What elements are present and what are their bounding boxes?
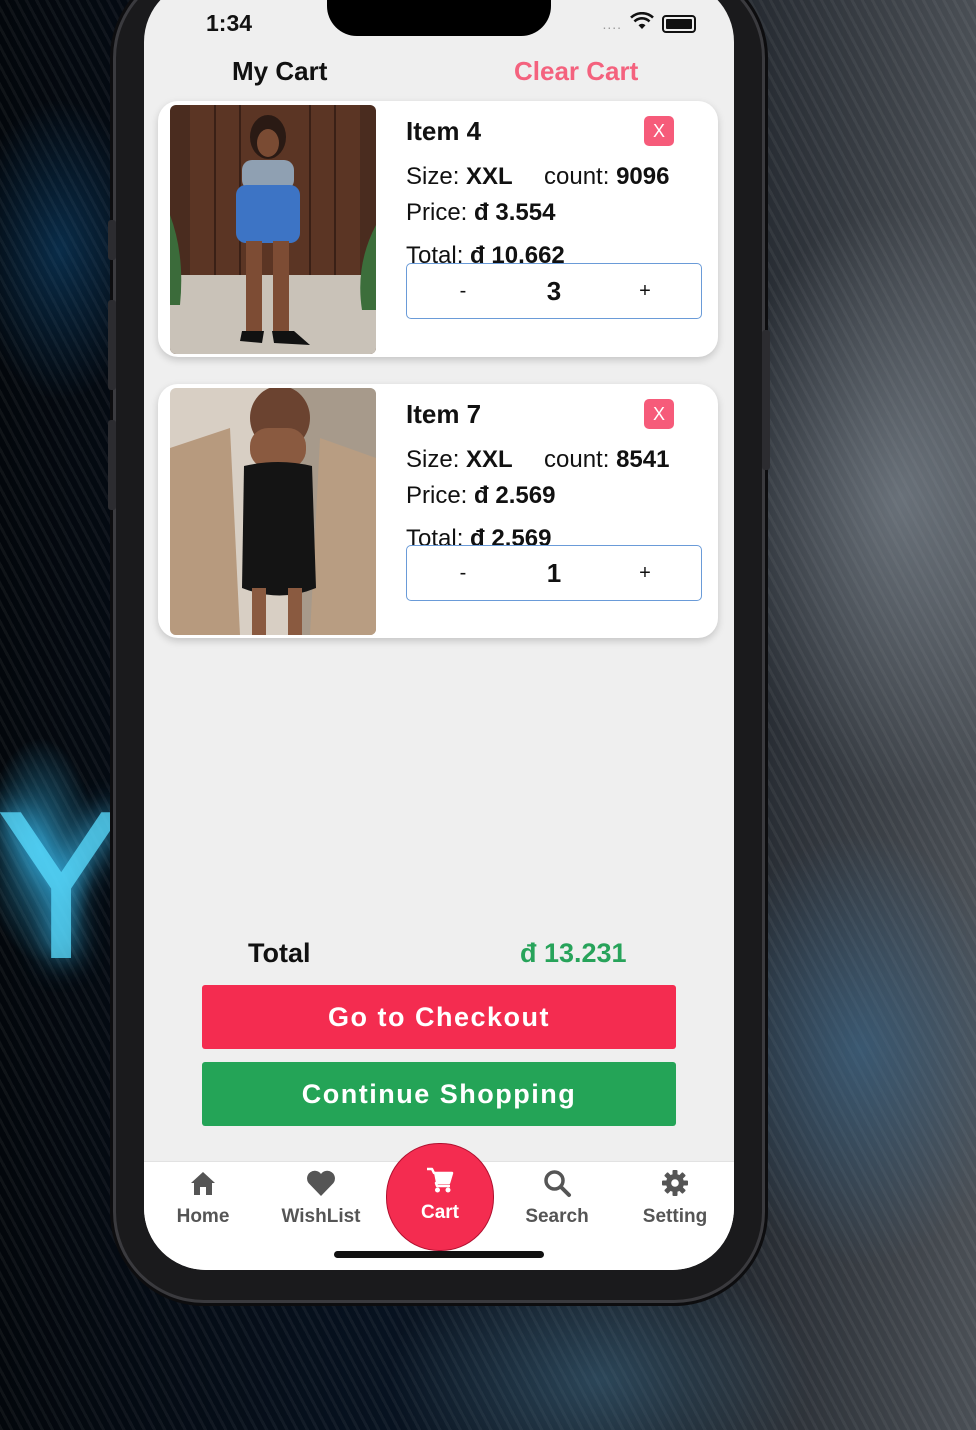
- price-value: đ 3.554: [474, 199, 556, 226]
- item-count: count: 9096: [544, 163, 669, 191]
- phone-volume-up: [108, 300, 116, 390]
- phone-notch: [327, 0, 551, 36]
- tab-cart[interactable]: Cart: [386, 1143, 494, 1251]
- item-name: Item 4: [406, 116, 482, 146]
- cart-item-card: Item 4 X Size: XXL count: 9096 Price: đ …: [158, 101, 718, 357]
- search-icon: [498, 1168, 616, 1202]
- increase-quantity-button[interactable]: +: [615, 264, 675, 318]
- tab-label: Search: [525, 1206, 589, 1227]
- app-screen: 1:34 .... My Cart Clear Cart Item 4 X Si…: [144, 0, 734, 1270]
- cart-icon: [387, 1166, 493, 1196]
- tab-search[interactable]: Search: [498, 1162, 616, 1228]
- tab-wishlist[interactable]: WishList: [262, 1162, 380, 1228]
- size-value: XXL: [466, 163, 513, 190]
- phone-volume-down: [108, 420, 116, 510]
- count-value: 8541: [616, 446, 670, 473]
- phone-silent-switch: [108, 220, 116, 260]
- size-value: XXL: [466, 446, 513, 473]
- item-count: count: 8541: [544, 446, 669, 474]
- home-icon: [144, 1168, 262, 1202]
- home-indicator: [334, 1251, 544, 1258]
- count-value: 9096: [616, 163, 670, 190]
- cart-item-card: Item 7 X Size: XXL count: 8541 Price: đ …: [158, 384, 718, 638]
- item-size: Size: XXL: [406, 163, 513, 191]
- page-title: My Cart: [232, 56, 328, 86]
- decrease-quantity-button[interactable]: -: [433, 546, 493, 600]
- price-label: Price:: [406, 199, 468, 226]
- status-icons: ....: [602, 11, 696, 35]
- count-label: count:: [544, 446, 610, 473]
- cart-total-label: Total: [248, 938, 311, 968]
- tab-setting[interactable]: Setting: [616, 1162, 734, 1228]
- quantity-value: 1: [546, 558, 562, 588]
- item-name: Item 7: [406, 399, 482, 429]
- status-time: 1:34: [206, 10, 253, 36]
- product-image: [170, 388, 376, 635]
- tab-label: Setting: [642, 1206, 708, 1227]
- tab-label: Cart: [420, 1202, 459, 1223]
- count-label: count:: [544, 163, 610, 190]
- quantity-stepper: - 1 +: [406, 545, 702, 601]
- checkout-button[interactable]: Go to Checkout: [202, 985, 676, 1049]
- item-price: Price: đ 3.554: [406, 199, 555, 227]
- tab-home[interactable]: Home: [144, 1162, 262, 1228]
- quantity-value: 3: [546, 276, 562, 306]
- tab-label: Home: [176, 1206, 230, 1227]
- size-label: Size:: [406, 446, 460, 473]
- wifi-icon: [630, 11, 654, 35]
- price-value: đ 2.569: [474, 482, 556, 509]
- cart-total-value: đ 13.231: [520, 938, 627, 968]
- continue-shopping-button[interactable]: Continue Shopping: [202, 1062, 676, 1126]
- increase-quantity-button[interactable]: +: [615, 546, 675, 600]
- battery-icon: [662, 14, 696, 33]
- decrease-quantity-button[interactable]: -: [433, 264, 493, 318]
- gear-icon: [616, 1168, 734, 1202]
- signal-dots: ....: [602, 15, 622, 32]
- price-label: Price:: [406, 482, 468, 509]
- remove-item-button[interactable]: X: [644, 399, 674, 429]
- clear-cart-button[interactable]: Clear Cart: [514, 56, 638, 87]
- remove-item-button[interactable]: X: [644, 116, 674, 146]
- wallpaper-glow-shape: Y: [0, 773, 123, 1006]
- item-size: Size: XXL: [406, 446, 513, 474]
- phone-power-button: [762, 330, 770, 470]
- item-price: Price: đ 2.569: [406, 482, 555, 510]
- size-label: Size:: [406, 163, 460, 190]
- quantity-stepper: - 3 +: [406, 263, 702, 319]
- heart-icon: [262, 1168, 380, 1202]
- tab-label: WishList: [281, 1206, 361, 1227]
- product-image: [170, 105, 376, 354]
